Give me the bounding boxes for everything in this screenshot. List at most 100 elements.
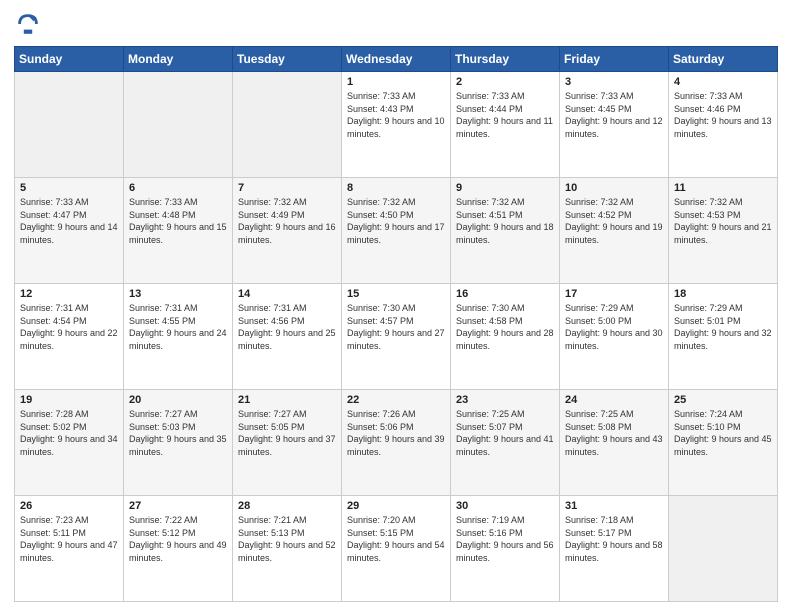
day-info: Sunrise: 7:20 AMSunset: 5:15 PMDaylight:… [347, 514, 445, 564]
calendar-cell: 10 Sunrise: 7:32 AMSunset: 4:52 PMDayligh… [560, 178, 669, 284]
day-info: Sunrise: 7:21 AMSunset: 5:13 PMDaylight:… [238, 514, 336, 564]
calendar-cell: 24Sunrise: 7:25 AMSunset: 5:08 PMDayligh… [560, 390, 669, 496]
day-number: 27 [129, 500, 227, 512]
day-number: 13 [129, 288, 227, 300]
day-number: 22 [347, 394, 445, 406]
day-number: 18 [674, 288, 772, 300]
calendar-cell: 4 Sunrise: 7:33 AMSunset: 4:46 PMDaylight… [669, 72, 778, 178]
calendar-cell: 19 Sunrise: 7:28 AMSunset: 5:02 PMDayligh… [15, 390, 124, 496]
day-number: 28 [238, 500, 336, 512]
day-info: Sunrise: 7:22 AMSunset: 5:12 PMDaylight:… [129, 514, 227, 564]
calendar-cell: 26 Sunrise: 7:23 AMSunset: 5:11 PMDayligh… [15, 496, 124, 602]
day-info: Sunrise: 7:26 AMSunset: 5:06 PMDaylight:… [347, 408, 445, 458]
calendar-cell: 23 Sunrise: 7:25 AMSunset: 5:07 PMDayligh… [451, 390, 560, 496]
day-number: 14 [238, 288, 336, 300]
day-number: 21 [238, 394, 336, 406]
day-info: Sunrise: 7:25 AMSunset: 5:07 PMDaylight:… [456, 408, 554, 458]
day-info: Sunrise: 7:25 AMSunset: 5:08 PMDaylight:… [565, 408, 663, 458]
calendar-cell: 21 Sunrise: 7:27 AMSunset: 5:05 PMDayligh… [233, 390, 342, 496]
day-number: 3 [565, 76, 663, 88]
day-number: 20 [129, 394, 227, 406]
calendar-cell: 17 Sunrise: 7:29 AMSunset: 5:00 PMDayligh… [560, 284, 669, 390]
weekday-header-friday: Friday [560, 47, 669, 72]
weekday-header-monday: Monday [124, 47, 233, 72]
day-number: 9 [456, 182, 554, 194]
calendar-cell: 27 Sunrise: 7:22 AMSunset: 5:12 PMDayligh… [124, 496, 233, 602]
calendar-cell: 13 Sunrise: 7:31 AMSunset: 4:55 PMDayligh… [124, 284, 233, 390]
calendar-cell: 15Sunrise: 7:30 AMSunset: 4:57 PMDayligh… [342, 284, 451, 390]
day-number: 19 [20, 394, 118, 406]
calendar-cell: 6 Sunrise: 7:33 AMSunset: 4:48 PMDaylight… [124, 178, 233, 284]
day-number: 10 [565, 182, 663, 194]
day-info: Sunrise: 7:33 AMSunset: 4:47 PMDaylight:… [20, 196, 118, 246]
day-info: Sunrise: 7:23 AMSunset: 5:11 PMDaylight:… [20, 514, 118, 564]
calendar-cell: 20 Sunrise: 7:27 AMSunset: 5:03 PMDayligh… [124, 390, 233, 496]
day-number: 1 [347, 76, 445, 88]
calendar-cell [669, 496, 778, 602]
day-number: 29 [347, 500, 445, 512]
calendar-cell: 14 Sunrise: 7:31 AMSunset: 4:56 PMDayligh… [233, 284, 342, 390]
weekday-header-thursday: Thursday [451, 47, 560, 72]
day-info: Sunrise: 7:28 AMSunset: 5:02 PMDaylight:… [20, 408, 118, 458]
day-number: 26 [20, 500, 118, 512]
day-info: Sunrise: 7:31 AMSunset: 4:56 PMDaylight:… [238, 302, 336, 352]
weekday-header-tuesday: Tuesday [233, 47, 342, 72]
day-info: Sunrise: 7:32 AMSunset: 4:50 PMDaylight:… [347, 196, 445, 246]
weekday-header-row: SundayMondayTuesdayWednesdayThursdayFrid… [15, 47, 778, 72]
weekday-header-saturday: Saturday [669, 47, 778, 72]
calendar-cell: 31Sunrise: 7:18 AMSunset: 5:17 PMDayligh… [560, 496, 669, 602]
day-info: Sunrise: 7:24 AMSunset: 5:10 PMDaylight:… [674, 408, 772, 458]
calendar-cell: 25 Sunrise: 7:24 AMSunset: 5:10 PMDayligh… [669, 390, 778, 496]
day-number: 2 [456, 76, 554, 88]
day-info: Sunrise: 7:31 AMSunset: 4:54 PMDaylight:… [20, 302, 118, 352]
calendar-cell: 29 Sunrise: 7:20 AMSunset: 5:15 PMDayligh… [342, 496, 451, 602]
calendar-cell: 12 Sunrise: 7:31 AMSunset: 4:54 PMDayligh… [15, 284, 124, 390]
calendar-cell [124, 72, 233, 178]
calendar-cell: 2Sunrise: 7:33 AMSunset: 4:44 PMDaylight… [451, 72, 560, 178]
weekday-header-wednesday: Wednesday [342, 47, 451, 72]
day-number: 23 [456, 394, 554, 406]
day-info: Sunrise: 7:33 AMSunset: 4:43 PMDaylight:… [347, 90, 445, 140]
weekday-header-sunday: Sunday [15, 47, 124, 72]
day-number: 11 [674, 182, 772, 194]
calendar-cell: 28 Sunrise: 7:21 AMSunset: 5:13 PMDayligh… [233, 496, 342, 602]
day-number: 15 [347, 288, 445, 300]
calendar-week-1: 1 Sunrise: 7:33 AMSunset: 4:43 PMDaylight… [15, 72, 778, 178]
calendar-cell: 18 Sunrise: 7:29 AMSunset: 5:01 PMDayligh… [669, 284, 778, 390]
calendar-cell: 7 Sunrise: 7:32 AMSunset: 4:49 PMDaylight… [233, 178, 342, 284]
calendar-table: SundayMondayTuesdayWednesdayThursdayFrid… [14, 46, 778, 602]
day-info: Sunrise: 7:33 AMSunset: 4:46 PMDaylight:… [674, 90, 772, 140]
calendar-cell: 8 Sunrise: 7:32 AMSunset: 4:50 PMDaylight… [342, 178, 451, 284]
calendar-cell [233, 72, 342, 178]
day-number: 7 [238, 182, 336, 194]
calendar-cell: 3Sunrise: 7:33 AMSunset: 4:45 PMDaylight… [560, 72, 669, 178]
day-info: Sunrise: 7:33 AMSunset: 4:48 PMDaylight:… [129, 196, 227, 246]
day-number: 25 [674, 394, 772, 406]
day-info: Sunrise: 7:29 AMSunset: 5:00 PMDaylight:… [565, 302, 663, 352]
day-number: 12 [20, 288, 118, 300]
day-number: 4 [674, 76, 772, 88]
day-info: Sunrise: 7:32 AMSunset: 4:51 PMDaylight:… [456, 196, 554, 246]
calendar-cell: 5 Sunrise: 7:33 AMSunset: 4:47 PMDaylight… [15, 178, 124, 284]
day-number: 17 [565, 288, 663, 300]
day-info: Sunrise: 7:32 AMSunset: 4:49 PMDaylight:… [238, 196, 336, 246]
day-info: Sunrise: 7:31 AMSunset: 4:55 PMDaylight:… [129, 302, 227, 352]
calendar-week-3: 12 Sunrise: 7:31 AMSunset: 4:54 PMDayligh… [15, 284, 778, 390]
day-number: 8 [347, 182, 445, 194]
day-info: Sunrise: 7:29 AMSunset: 5:01 PMDaylight:… [674, 302, 772, 352]
day-number: 31 [565, 500, 663, 512]
day-info: Sunrise: 7:27 AMSunset: 5:03 PMDaylight:… [129, 408, 227, 458]
logo [14, 10, 44, 38]
page: SundayMondayTuesdayWednesdayThursdayFrid… [0, 0, 792, 612]
calendar-cell [15, 72, 124, 178]
day-number: 6 [129, 182, 227, 194]
day-number: 16 [456, 288, 554, 300]
calendar-cell: 1 Sunrise: 7:33 AMSunset: 4:43 PMDaylight… [342, 72, 451, 178]
header [14, 10, 778, 38]
day-info: Sunrise: 7:27 AMSunset: 5:05 PMDaylight:… [238, 408, 336, 458]
day-info: Sunrise: 7:30 AMSunset: 4:58 PMDaylight:… [456, 302, 554, 352]
calendar-week-5: 26 Sunrise: 7:23 AMSunset: 5:11 PMDayligh… [15, 496, 778, 602]
day-number: 5 [20, 182, 118, 194]
calendar-week-4: 19 Sunrise: 7:28 AMSunset: 5:02 PMDayligh… [15, 390, 778, 496]
day-info: Sunrise: 7:32 AMSunset: 4:52 PMDaylight:… [565, 196, 663, 246]
